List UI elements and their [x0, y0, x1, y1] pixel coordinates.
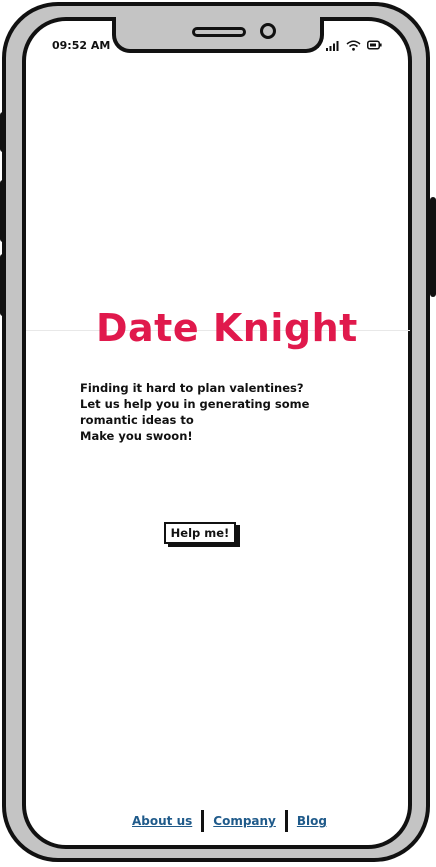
tagline-line: Make you swoon!	[80, 429, 193, 443]
signal-icon	[326, 40, 340, 51]
phone-mockup: 09:52 AM Date Knight Finding it hard to …	[0, 0, 436, 867]
footer-link-company[interactable]: Company	[208, 814, 281, 828]
footer-divider	[284, 810, 288, 832]
volume-up-button	[0, 180, 6, 242]
silent-switch	[0, 112, 6, 152]
footer-link-about-us[interactable]: About us	[127, 814, 197, 828]
battery-icon	[367, 40, 382, 50]
power-button	[430, 197, 436, 297]
speaker-icon	[192, 27, 246, 37]
notch	[112, 17, 324, 53]
footer-nav: About us Company Blog	[127, 809, 332, 833]
app-title: Date Knight	[96, 306, 358, 350]
tagline: Finding it hard to plan valentines? Let …	[80, 380, 356, 444]
footer-divider	[201, 810, 205, 832]
status-icons	[326, 38, 382, 52]
volume-down-button	[0, 254, 6, 316]
camera-icon	[260, 23, 276, 39]
tagline-line: Finding it hard to plan valentines?	[80, 381, 304, 395]
help-me-button[interactable]: Help me!	[164, 522, 236, 544]
wifi-icon	[346, 40, 361, 51]
footer-link-blog[interactable]: Blog	[292, 814, 332, 828]
status-time: 09:52 AM	[52, 39, 111, 52]
tagline-line: Let us help you in generating some roman…	[80, 397, 310, 427]
